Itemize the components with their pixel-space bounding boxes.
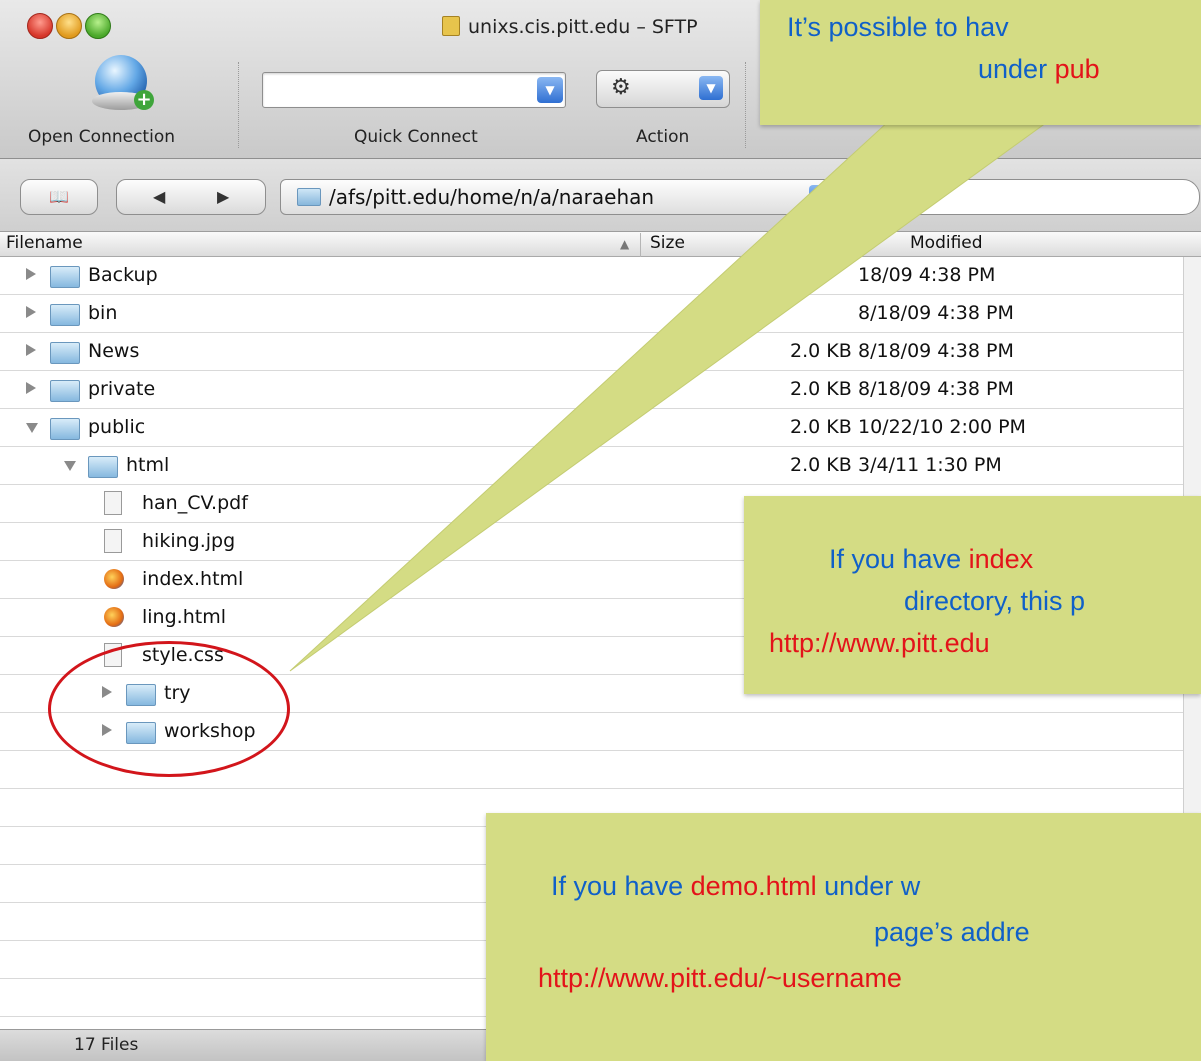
callout-bottom-line1: If you have demo.html under w xyxy=(551,871,920,902)
callout-middle: If you have index directory, this p http… xyxy=(744,496,1201,694)
callout-bottom-line1-tail: under w xyxy=(816,871,921,901)
sftp-window: unixs.cis.pitt.edu – SFTP + Open Connect… xyxy=(0,0,1201,1061)
callout-top-line2: under pub xyxy=(978,54,1100,85)
callout-bottom-line2: page’s addre xyxy=(874,917,1030,947)
callout-middle-line2: directory, this p xyxy=(904,586,1086,616)
callout-middle-highlight: index xyxy=(968,544,1034,574)
callout-middle-line1: If you have index xyxy=(829,544,1033,575)
callout-bottom-url: http://www.pitt.edu/~username xyxy=(538,963,902,993)
callout-top-highlight: pub xyxy=(1054,54,1100,84)
callout-bottom-highlight: demo.html xyxy=(690,871,817,901)
callout-top-line2-text: under xyxy=(978,54,1055,84)
callout-top-line1: It’s possible to hav xyxy=(787,12,1009,42)
callout-bottom-line1-text: If you have xyxy=(551,871,691,901)
callout-bottom: If you have demo.html under w page’s add… xyxy=(486,813,1201,1061)
callout-middle-line1-text: If you have xyxy=(829,544,969,574)
highlight-ellipse xyxy=(48,641,290,777)
callout-middle-url: http://www.pitt.edu xyxy=(769,628,990,658)
callout-top: It’s possible to hav under pub xyxy=(760,0,1201,125)
